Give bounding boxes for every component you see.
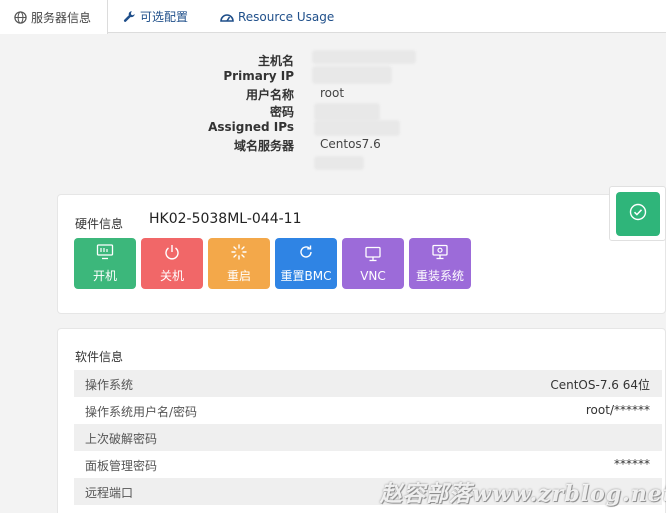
nameserver-value: Centos7.6 [320,137,381,151]
username-value: root [320,86,345,100]
redacted-assigned-ips [314,120,400,136]
row-key: 操作系统 [85,378,134,392]
row-value: root/****** [585,403,650,417]
wrench-icon [122,10,136,24]
tab-label: Resource Usage [238,9,335,24]
tab-bar: 服务器信息 可选配置 Resource Usage [0,0,666,34]
reinstall-os-label: 重装系统 [415,269,464,283]
tab-label: 可选配置 [140,10,189,24]
row-key: 远程端口 [85,486,134,500]
reset-bmc-button[interactable]: 重置BMC [275,238,337,289]
primary-ip-label: Primary IP [223,69,294,83]
row-value: CentOS-7.6 64位 [550,378,650,392]
row-value: ****** [614,457,650,471]
monitor-settings-icon [431,243,449,261]
shutdown-label: 关机 [159,269,184,283]
reinstall-os-button[interactable]: 重装系统 [409,238,471,289]
globe-icon [13,10,27,24]
redacted-primary-ip [312,66,392,84]
redacted-password [314,103,380,121]
power-on-label: 开机 [92,269,117,283]
spinner-icon [231,243,247,261]
assigned-ips-label: Assigned IPs [208,120,294,134]
row-key: 上次破解密码 [85,432,158,446]
watermark: 赵容部落www.zrblog.net [380,481,666,507]
table-row: 操作系统用户名/密码 root/****** [74,397,662,424]
tab-label: 服务器信息 [31,10,92,25]
redacted-extra [314,156,364,170]
restart-button[interactable]: 重启 [208,238,270,289]
table-row: 面板管理密码 ****** [74,451,662,478]
reset-bmc-label: 重置BMC [280,269,332,283]
hostname-label: 主机名 [257,54,294,68]
nameserver-row: 域名服务器 Centos7.6 [0,137,666,154]
check-circle-icon [629,203,647,225]
power-icon [164,243,180,261]
software-title: 软件信息 [75,350,124,364]
password-label: 密码 [269,105,294,119]
gauge-icon [220,10,234,24]
server-power-on-icon [96,243,114,261]
username-row: 用户名称 root [0,86,666,103]
row-key: 面板管理密码 [85,459,158,473]
refresh-icon [298,243,314,261]
redacted-hostname [312,50,416,64]
table-row: 操作系统 CentOS-7.6 64位 [74,370,662,397]
tab-resource-usage[interactable]: Resource Usage [220,0,334,33]
status-button[interactable] [616,192,660,236]
table-row: 上次破解密码 [74,424,662,451]
vnc-button[interactable]: VNC [342,238,404,289]
hardware-panel: 硬件信息 HK02-5038ML-044-11 开机 关机 重启 重置BMC V… [57,194,666,314]
vnc-label: VNC [360,268,386,283]
username-label: 用户名称 [245,88,294,102]
row-key: 操作系统用户名/密码 [85,405,198,419]
tab-optional-config[interactable]: 可选配置 [122,0,188,33]
status-panel [609,186,666,241]
power-on-button[interactable]: 开机 [74,238,136,289]
nameserver-label: 域名服务器 [233,139,294,153]
restart-label: 重启 [226,269,251,283]
tab-server-info[interactable]: 服务器信息 [0,0,108,34]
hardware-id: HK02-5038ML-044-11 [149,211,302,227]
hardware-label: 硬件信息 [75,217,124,231]
monitor-icon [364,245,382,263]
shutdown-button[interactable]: 关机 [141,238,203,289]
